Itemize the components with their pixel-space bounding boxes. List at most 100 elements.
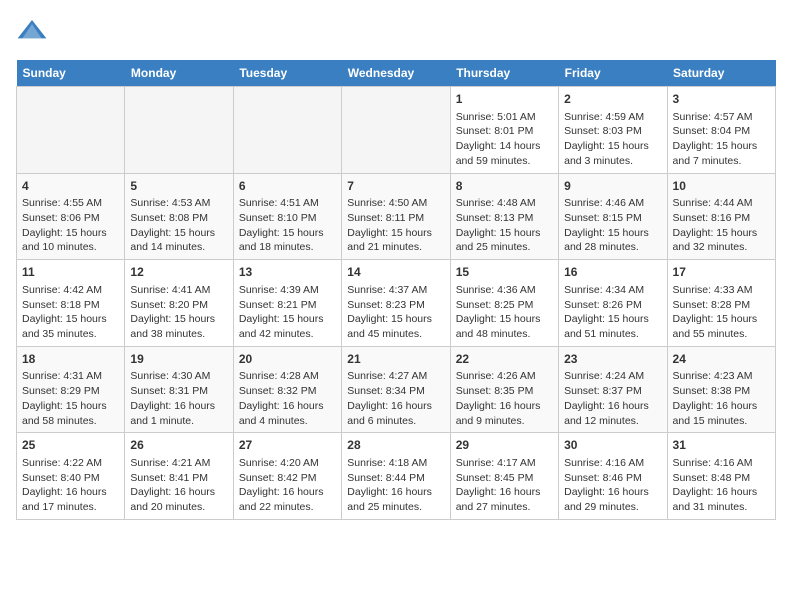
calendar-cell: 9Sunrise: 4:46 AM Sunset: 8:15 PM Daylig…: [559, 173, 667, 260]
day-number: 20: [239, 351, 336, 368]
day-number: 28: [347, 437, 444, 454]
calendar-cell: 12 Sunrise: 4:41 AM Sunset: 8:20 PM Dayli…: [125, 260, 233, 347]
calendar-cell: 19Sunrise: 4:30 AM Sunset: 8:31 PM Dayli…: [125, 346, 233, 433]
day-number: 23: [564, 351, 661, 368]
day-info: Sunrise: 4:42 AM Sunset: 8:18 PM Dayligh…: [22, 283, 119, 342]
day-number: 16: [564, 264, 661, 281]
calendar-body: 1Sunrise: 5:01 AM Sunset: 8:01 PM Daylig…: [17, 87, 776, 520]
calendar-cell: [233, 87, 341, 174]
calendar-cell: 28 Sunrise: 4:18 AM Sunset: 8:44 PM Dayli…: [342, 433, 450, 520]
day-info: Sunrise: 4:16 AM Sunset: 8:48 PM Dayligh…: [673, 456, 770, 515]
day-info: Sunrise: 4:26 AM Sunset: 8:35 PM Dayligh…: [456, 369, 553, 428]
day-number: 21: [347, 351, 444, 368]
day-number: 7: [347, 178, 444, 195]
day-number: 27: [239, 437, 336, 454]
calendar-cell: 4Sunrise: 4:55 AM Sunset: 8:06 PM Daylig…: [17, 173, 125, 260]
day-info: Sunrise: 4:21 AM Sunset: 8:41 PM Dayligh…: [130, 456, 227, 515]
day-number: 9: [564, 178, 661, 195]
logo: [16, 16, 52, 48]
day-info: Sunrise: 4:37 AM Sunset: 8:23 PM Dayligh…: [347, 283, 444, 342]
calendar-cell: 24Sunrise: 4:23 AM Sunset: 8:38 PM Dayli…: [667, 346, 775, 433]
day-info: Sunrise: 4:30 AM Sunset: 8:31 PM Dayligh…: [130, 369, 227, 428]
day-info: Sunrise: 4:20 AM Sunset: 8:42 PM Dayligh…: [239, 456, 336, 515]
day-info: Sunrise: 5:01 AM Sunset: 8:01 PM Dayligh…: [456, 110, 553, 169]
day-number: 24: [673, 351, 770, 368]
day-info: Sunrise: 4:48 AM Sunset: 8:13 PM Dayligh…: [456, 196, 553, 255]
logo-icon: [16, 16, 48, 48]
calendar-cell: 26 Sunrise: 4:21 AM Sunset: 8:41 PM Dayli…: [125, 433, 233, 520]
day-info: Sunrise: 4:31 AM Sunset: 8:29 PM Dayligh…: [22, 369, 119, 428]
day-of-week-header: Thursday: [450, 60, 558, 87]
day-info: Sunrise: 4:24 AM Sunset: 8:37 PM Dayligh…: [564, 369, 661, 428]
calendar-cell: 1Sunrise: 5:01 AM Sunset: 8:01 PM Daylig…: [450, 87, 558, 174]
calendar-cell: 8Sunrise: 4:48 AM Sunset: 8:13 PM Daylig…: [450, 173, 558, 260]
day-of-week-header: Sunday: [17, 60, 125, 87]
day-info: Sunrise: 4:16 AM Sunset: 8:46 PM Dayligh…: [564, 456, 661, 515]
calendar-cell: 23Sunrise: 4:24 AM Sunset: 8:37 PM Dayli…: [559, 346, 667, 433]
calendar-week-row: 1Sunrise: 5:01 AM Sunset: 8:01 PM Daylig…: [17, 87, 776, 174]
day-number: 25: [22, 437, 119, 454]
day-number: 31: [673, 437, 770, 454]
day-info: Sunrise: 4:18 AM Sunset: 8:44 PM Dayligh…: [347, 456, 444, 515]
calendar-cell: 6Sunrise: 4:51 AM Sunset: 8:10 PM Daylig…: [233, 173, 341, 260]
calendar-cell: 2 Sunrise: 4:59 AM Sunset: 8:03 PM Daylig…: [559, 87, 667, 174]
calendar-cell: 16 Sunrise: 4:34 AM Sunset: 8:26 PM Dayli…: [559, 260, 667, 347]
day-number: 26: [130, 437, 227, 454]
calendar-cell: 14 Sunrise: 4:37 AM Sunset: 8:23 PM Dayli…: [342, 260, 450, 347]
day-of-week-header: Saturday: [667, 60, 775, 87]
calendar-cell: 22Sunrise: 4:26 AM Sunset: 8:35 PM Dayli…: [450, 346, 558, 433]
day-number: 2: [564, 91, 661, 108]
day-info: Sunrise: 4:17 AM Sunset: 8:45 PM Dayligh…: [456, 456, 553, 515]
calendar-cell: 15 Sunrise: 4:36 AM Sunset: 8:25 PM Dayli…: [450, 260, 558, 347]
calendar-cell: 17Sunrise: 4:33 AM Sunset: 8:28 PM Dayli…: [667, 260, 775, 347]
day-info: Sunrise: 4:27 AM Sunset: 8:34 PM Dayligh…: [347, 369, 444, 428]
calendar-header-row: SundayMondayTuesdayWednesdayThursdayFrid…: [17, 60, 776, 87]
day-number: 11: [22, 264, 119, 281]
calendar-cell: 10Sunrise: 4:44 AM Sunset: 8:16 PM Dayli…: [667, 173, 775, 260]
calendar-cell: 29 Sunrise: 4:17 AM Sunset: 8:45 PM Dayli…: [450, 433, 558, 520]
day-info: Sunrise: 4:59 AM Sunset: 8:03 PM Dayligh…: [564, 110, 661, 169]
day-number: 19: [130, 351, 227, 368]
day-number: 6: [239, 178, 336, 195]
calendar-cell: 30 Sunrise: 4:16 AM Sunset: 8:46 PM Dayli…: [559, 433, 667, 520]
day-info: Sunrise: 4:53 AM Sunset: 8:08 PM Dayligh…: [130, 196, 227, 255]
day-number: 22: [456, 351, 553, 368]
calendar-week-row: 25Sunrise: 4:22 AM Sunset: 8:40 PM Dayli…: [17, 433, 776, 520]
calendar-cell: [17, 87, 125, 174]
calendar-cell: 11 Sunrise: 4:42 AM Sunset: 8:18 PM Dayli…: [17, 260, 125, 347]
day-info: Sunrise: 4:23 AM Sunset: 8:38 PM Dayligh…: [673, 369, 770, 428]
day-number: 10: [673, 178, 770, 195]
day-number: 12: [130, 264, 227, 281]
day-number: 14: [347, 264, 444, 281]
day-info: Sunrise: 4:55 AM Sunset: 8:06 PM Dayligh…: [22, 196, 119, 255]
calendar-cell: 25Sunrise: 4:22 AM Sunset: 8:40 PM Dayli…: [17, 433, 125, 520]
day-number: 13: [239, 264, 336, 281]
day-info: Sunrise: 4:46 AM Sunset: 8:15 PM Dayligh…: [564, 196, 661, 255]
day-of-week-header: Wednesday: [342, 60, 450, 87]
day-info: Sunrise: 4:34 AM Sunset: 8:26 PM Dayligh…: [564, 283, 661, 342]
calendar-cell: 13Sunrise: 4:39 AM Sunset: 8:21 PM Dayli…: [233, 260, 341, 347]
day-number: 5: [130, 178, 227, 195]
day-number: 17: [673, 264, 770, 281]
calendar-cell: 3Sunrise: 4:57 AM Sunset: 8:04 PM Daylig…: [667, 87, 775, 174]
calendar-cell: 27 Sunrise: 4:20 AM Sunset: 8:42 PM Dayli…: [233, 433, 341, 520]
calendar-week-row: 4Sunrise: 4:55 AM Sunset: 8:06 PM Daylig…: [17, 173, 776, 260]
day-info: Sunrise: 4:36 AM Sunset: 8:25 PM Dayligh…: [456, 283, 553, 342]
calendar-cell: 31 Sunrise: 4:16 AM Sunset: 8:48 PM Dayli…: [667, 433, 775, 520]
day-info: Sunrise: 4:50 AM Sunset: 8:11 PM Dayligh…: [347, 196, 444, 255]
page-header: [16, 16, 776, 48]
day-info: Sunrise: 4:41 AM Sunset: 8:20 PM Dayligh…: [130, 283, 227, 342]
calendar-cell: 21Sunrise: 4:27 AM Sunset: 8:34 PM Dayli…: [342, 346, 450, 433]
calendar-cell: 18Sunrise: 4:31 AM Sunset: 8:29 PM Dayli…: [17, 346, 125, 433]
day-info: Sunrise: 4:44 AM Sunset: 8:16 PM Dayligh…: [673, 196, 770, 255]
day-number: 18: [22, 351, 119, 368]
day-number: 15: [456, 264, 553, 281]
day-number: 4: [22, 178, 119, 195]
day-number: 29: [456, 437, 553, 454]
day-of-week-header: Friday: [559, 60, 667, 87]
day-number: 30: [564, 437, 661, 454]
day-of-week-header: Monday: [125, 60, 233, 87]
calendar-cell: [342, 87, 450, 174]
day-info: Sunrise: 4:57 AM Sunset: 8:04 PM Dayligh…: [673, 110, 770, 169]
day-info: Sunrise: 4:51 AM Sunset: 8:10 PM Dayligh…: [239, 196, 336, 255]
